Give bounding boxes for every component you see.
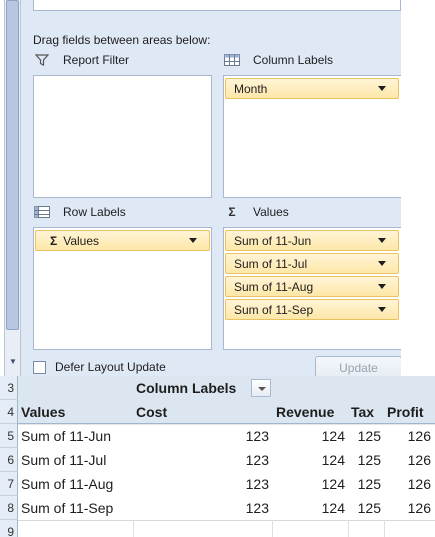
- row-number[interactable]: 3: [0, 376, 18, 400]
- row-number[interactable]: 7: [0, 472, 18, 496]
- chevron-down-icon[interactable]: [189, 238, 197, 243]
- header-cost[interactable]: Cost: [136, 400, 266, 424]
- sigma-icon: Σ: [228, 205, 236, 219]
- grid-line: [384, 520, 385, 537]
- header-tax[interactable]: Tax: [351, 400, 381, 424]
- vertical-scrollbar[interactable]: ▼: [4, 0, 21, 376]
- row-label[interactable]: Sum of 11-Jun: [21, 424, 133, 448]
- cell-profit[interactable]: 126: [384, 448, 431, 472]
- chevron-down-icon[interactable]: [378, 86, 386, 91]
- row-labels-title: Row Labels: [33, 203, 126, 221]
- filter-icon: [33, 53, 51, 67]
- table-row: 5 Sum of 11-Jun 123 124 125 126: [0, 424, 435, 448]
- chevron-down-icon[interactable]: [378, 284, 386, 289]
- field-month[interactable]: Month: [225, 78, 399, 99]
- field-sum-11-aug[interactable]: Sum of 11-Aug: [225, 276, 399, 297]
- field-values-label: Values: [63, 233, 100, 248]
- header-profit[interactable]: Profit: [387, 400, 435, 424]
- table-row: 3 Column Labels: [0, 376, 435, 400]
- header-values[interactable]: Values: [21, 400, 131, 424]
- row-number[interactable]: 8: [0, 496, 18, 520]
- report-filter-title: Report Filter: [33, 51, 129, 69]
- table-row: 9: [0, 520, 435, 537]
- grid-line: [18, 520, 435, 521]
- defer-layout-update-label: Defer Layout Update: [55, 360, 166, 374]
- cell-tax[interactable]: 125: [348, 496, 381, 520]
- values-title: Σ Values: [223, 203, 289, 221]
- cell-cost[interactable]: 123: [136, 496, 269, 520]
- drag-hint-text: Drag fields between areas below:: [33, 33, 211, 47]
- column-labels-filter-dropdown[interactable]: [251, 379, 271, 397]
- row-label[interactable]: Sum of 11-Sep: [21, 496, 133, 520]
- field-label: Sum of 11-Jun: [234, 233, 312, 248]
- field-label: Sum of 11-Sep: [234, 302, 314, 317]
- chevron-down-icon[interactable]: [378, 261, 386, 266]
- row-labels-icon: [33, 205, 51, 219]
- cell-tax[interactable]: 125: [348, 472, 381, 496]
- field-values[interactable]: Σ Values: [35, 230, 210, 251]
- scrollbar-thumb[interactable]: [6, 0, 19, 330]
- cell-tax[interactable]: 125: [348, 448, 381, 472]
- pivot-table-grid: 3 Column Labels 4 Values Cost Revenue Ta…: [0, 376, 435, 537]
- row-label[interactable]: Sum of 11-Jul: [21, 448, 133, 472]
- header-revenue[interactable]: Revenue: [276, 400, 346, 424]
- chevron-down-icon[interactable]: [378, 238, 386, 243]
- update-button[interactable]: Update: [315, 356, 402, 376]
- defer-layout-update-row[interactable]: Defer Layout Update: [33, 360, 166, 374]
- cell-profit[interactable]: 126: [384, 472, 431, 496]
- cell-profit[interactable]: 126: [384, 496, 431, 520]
- grid-line: [348, 520, 349, 537]
- values-box[interactable]: Sum of 11-Jun Sum of 11-Jul Sum of 11-Au…: [223, 227, 423, 350]
- row-number[interactable]: 9: [0, 520, 18, 537]
- cell-cost[interactable]: 123: [136, 424, 269, 448]
- grid-line: [133, 520, 134, 537]
- row-number[interactable]: 5: [0, 424, 18, 448]
- report-filter-label: Report Filter: [63, 53, 130, 67]
- grid-line: [272, 520, 273, 537]
- field-sum-11-jun[interactable]: Sum of 11-Jun: [225, 230, 399, 251]
- row-number[interactable]: 6: [0, 448, 18, 472]
- pivot-field-list-pane: ▼ Drag fields between areas below: Repor…: [0, 0, 435, 376]
- field-label: Sum of 11-Jul: [234, 256, 308, 271]
- defer-layout-update-checkbox[interactable]: [33, 360, 46, 374]
- cell-cost[interactable]: 123: [136, 448, 269, 472]
- cell-tax[interactable]: 125: [348, 424, 381, 448]
- table-row: 6 Sum of 11-Jul 123 124 125 126: [0, 448, 435, 472]
- field-sum-11-jul[interactable]: Sum of 11-Jul: [225, 253, 399, 274]
- cell-revenue[interactable]: 124: [272, 424, 345, 448]
- cell-cost[interactable]: 123: [136, 472, 269, 496]
- table-row: 7 Sum of 11-Aug 123 124 125 126: [0, 472, 435, 496]
- cell-profit[interactable]: 126: [384, 424, 431, 448]
- cell-revenue[interactable]: 124: [272, 472, 345, 496]
- report-filter-box[interactable]: [33, 75, 212, 198]
- column-labels-label: Column Labels: [253, 53, 334, 67]
- field-list-areas: Drag fields between areas below: Report …: [24, 0, 435, 376]
- column-labels-header: Column Labels: [136, 380, 237, 396]
- cell-revenue[interactable]: 124: [272, 496, 345, 520]
- column-labels-box[interactable]: Month: [223, 75, 423, 198]
- table-row: 4 Values Cost Revenue Tax Profit: [0, 400, 435, 424]
- scroll-down-icon[interactable]: ▼: [7, 356, 19, 368]
- sigma-icon: Σ: [50, 233, 58, 248]
- column-labels-icon: [223, 53, 241, 67]
- values-label: Values: [253, 205, 289, 219]
- field-sum-11-sep[interactable]: Sum of 11-Sep: [225, 299, 399, 320]
- field-list-box[interactable]: [33, 0, 401, 11]
- row-labels-box[interactable]: Σ Values: [33, 227, 212, 350]
- sheet-area-right: [401, 0, 435, 376]
- table-row: 8 Sum of 11-Sep 123 124 125 126: [0, 496, 435, 520]
- grid-line: [18, 424, 435, 425]
- column-labels-title: Column Labels: [223, 51, 333, 69]
- row-number[interactable]: 4: [0, 400, 18, 424]
- cell-revenue[interactable]: 124: [272, 448, 345, 472]
- field-month-label: Month: [234, 81, 268, 96]
- chevron-down-icon[interactable]: [378, 307, 386, 312]
- field-label: Sum of 11-Aug: [234, 279, 314, 294]
- row-label[interactable]: Sum of 11-Aug: [21, 472, 133, 496]
- row-labels-label: Row Labels: [63, 205, 126, 219]
